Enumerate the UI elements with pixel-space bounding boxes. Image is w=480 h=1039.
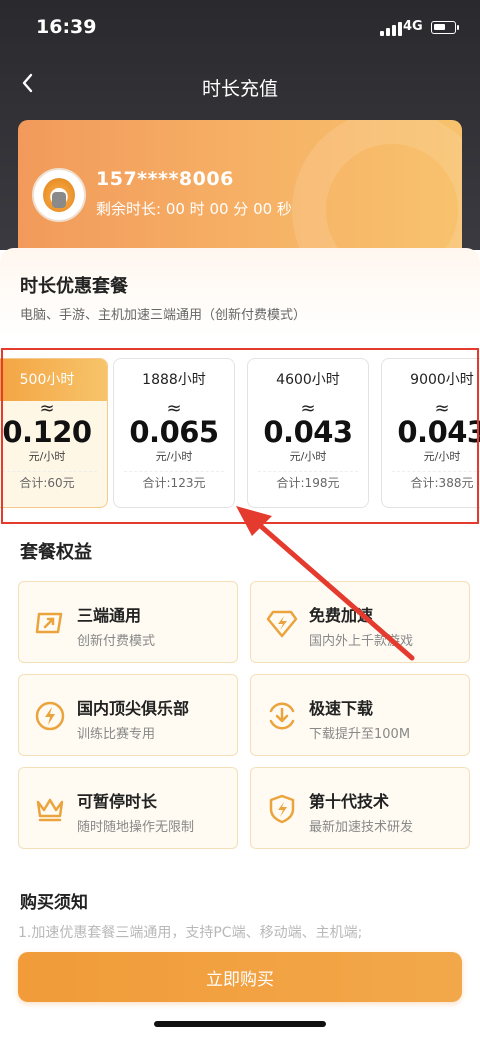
plan-list: 500小时 ≈ 0.120 元/小时 合计:60元 1888小时 ≈ 0.065…: [0, 352, 480, 522]
plan-unit: 元/小时: [155, 450, 193, 463]
avatar[interactable]: [32, 168, 86, 222]
signal-icon: [380, 22, 402, 36]
plan-unit: 元/小时: [289, 450, 327, 463]
benefits-section-title: 套餐权益: [20, 542, 92, 563]
plan-card-500[interactable]: 500小时 ≈ 0.120 元/小时 合计:60元: [0, 358, 108, 508]
benefit-subtitle: 训练比赛专用: [77, 727, 156, 742]
plan-card-4600[interactable]: 4600小时 ≈ 0.043 元/小时 合计:198元: [247, 358, 369, 508]
plan-price: 0.043: [397, 415, 480, 449]
plan-price: 0.065: [129, 415, 219, 449]
benefit-subtitle: 下载提升至100M: [309, 727, 411, 742]
benefit-card-1: 三端通用 创新付费模式: [18, 581, 238, 663]
package-section-title: 时长优惠套餐: [20, 276, 128, 297]
benefit-card-3: 国内顶尖俱乐部 训练比赛专用: [18, 674, 238, 756]
download-icon: [265, 699, 299, 733]
buy-now-button[interactable]: 立即购买: [18, 952, 462, 1002]
plan-hours: 9000小时: [410, 372, 474, 388]
plan-total: 合计:388元: [410, 476, 474, 490]
shield-lightning-icon: [265, 792, 299, 826]
network-type: 4G: [403, 19, 423, 34]
benefit-subtitle: 创新付费模式: [77, 634, 156, 649]
home-indicator[interactable]: [154, 1021, 326, 1027]
benefit-title: 极速下载: [309, 699, 374, 718]
benefit-title: 可暂停时长: [77, 792, 158, 811]
status-time: 16:39: [36, 16, 97, 38]
screen-icon: [33, 606, 67, 640]
benefit-subtitle: 国内外上千款游戏: [309, 634, 414, 649]
benefit-subtitle: 最新加速技术研发: [309, 820, 414, 835]
plan-hours: 500小时: [0, 359, 107, 401]
plan-card-9000[interactable]: 9000小时 ≈ 0.043 元/小时 合计:388元: [381, 358, 480, 508]
plan-total: 合计:123元: [142, 476, 206, 490]
approx-icon: ≈: [434, 398, 450, 419]
plan-unit: 元/小时: [28, 450, 66, 463]
benefit-subtitle: 随时随地操作无限制: [77, 820, 195, 835]
benefit-title: 国内顶尖俱乐部: [77, 699, 190, 718]
lightning-circle-icon: [33, 699, 67, 733]
nav-bar: 时长充值: [0, 62, 480, 110]
lightning-diamond-icon: [265, 606, 299, 640]
crown-icon: [33, 792, 67, 826]
benefit-card-6: 第十代技术 最新加速技术研发: [250, 767, 470, 849]
page-title: 时长充值: [201, 78, 278, 100]
package-section-subtitle: 电脑、手游、主机加速三端通用（创新付费模式）: [20, 308, 307, 323]
battery-icon: [431, 21, 459, 34]
approx-icon: ≈: [300, 398, 316, 419]
plan-price: 0.120: [2, 415, 92, 449]
user-phone: 157****8006: [96, 168, 234, 190]
benefit-card-4: 极速下载 下载提升至100M: [250, 674, 470, 756]
benefit-title: 免费加速: [309, 606, 374, 625]
notice-text: 1.加速优惠套餐三端通用，支持PC端、移动端、主机端;: [18, 925, 363, 941]
plan-total: 合计:198元: [276, 476, 340, 490]
approx-icon: ≈: [166, 398, 182, 419]
remaining-time: 剩余时长: 00 时 00 分 00 秒: [96, 200, 292, 218]
benefit-card-2: 免费加速 国内外上千款游戏: [250, 581, 470, 663]
plan-hours: 1888小时: [142, 372, 206, 388]
plan-total: 合计:60元: [19, 476, 75, 490]
notice-title: 购买须知: [20, 893, 88, 913]
approx-icon: ≈: [39, 398, 55, 419]
benefit-title: 三端通用: [77, 606, 142, 625]
plan-card-1888[interactable]: 1888小时 ≈ 0.065 元/小时 合计:123元: [113, 358, 235, 508]
plan-unit: 元/小时: [423, 450, 461, 463]
benefit-title: 第十代技术: [309, 792, 390, 811]
plan-hours: 4600小时: [276, 372, 340, 388]
benefit-card-5: 可暂停时长 随时随地操作无限制: [18, 767, 238, 849]
status-bar: 16:39 4G: [0, 0, 480, 56]
plan-price: 0.043: [263, 415, 353, 449]
